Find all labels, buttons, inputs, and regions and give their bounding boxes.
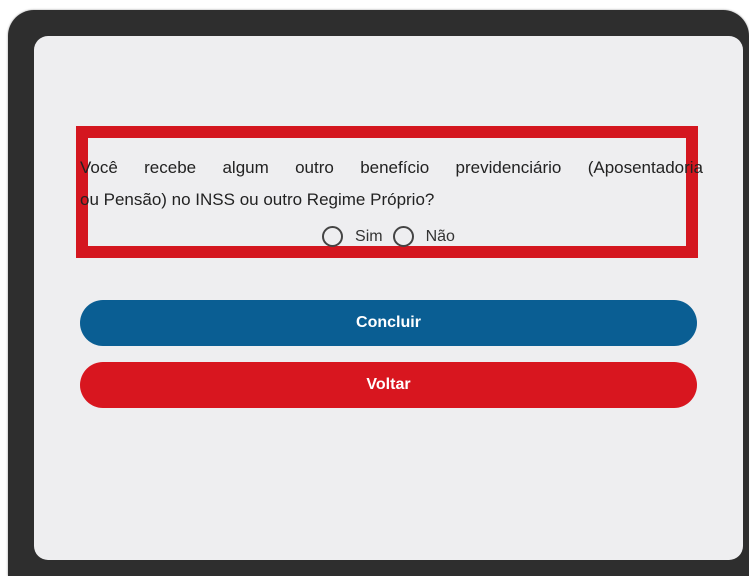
radio-group: Sim Não	[34, 226, 743, 247]
radio-label-nao: Não	[425, 227, 455, 245]
radio-button-nao[interactable]	[392, 226, 414, 247]
app-screen: Você recebe algum outro benefício previd…	[34, 36, 743, 560]
radio-label-sim: Sim	[355, 227, 383, 245]
question-line-2: ou Pensão) no INSS ou outro Regime Própr…	[80, 190, 435, 209]
question-text: Você recebe algum outro benefício previd…	[80, 152, 703, 216]
radio-button-sim[interactable]	[322, 226, 344, 247]
radio-option-nao[interactable]: Não	[392, 226, 455, 247]
concluir-button[interactable]: Concluir	[80, 300, 697, 346]
voltar-button[interactable]: Voltar	[80, 362, 697, 408]
device-frame: Você recebe algum outro benefício previd…	[8, 10, 749, 576]
question-line-1: Você recebe algum outro benefício previd…	[80, 158, 703, 177]
radio-option-sim[interactable]: Sim	[322, 226, 383, 247]
